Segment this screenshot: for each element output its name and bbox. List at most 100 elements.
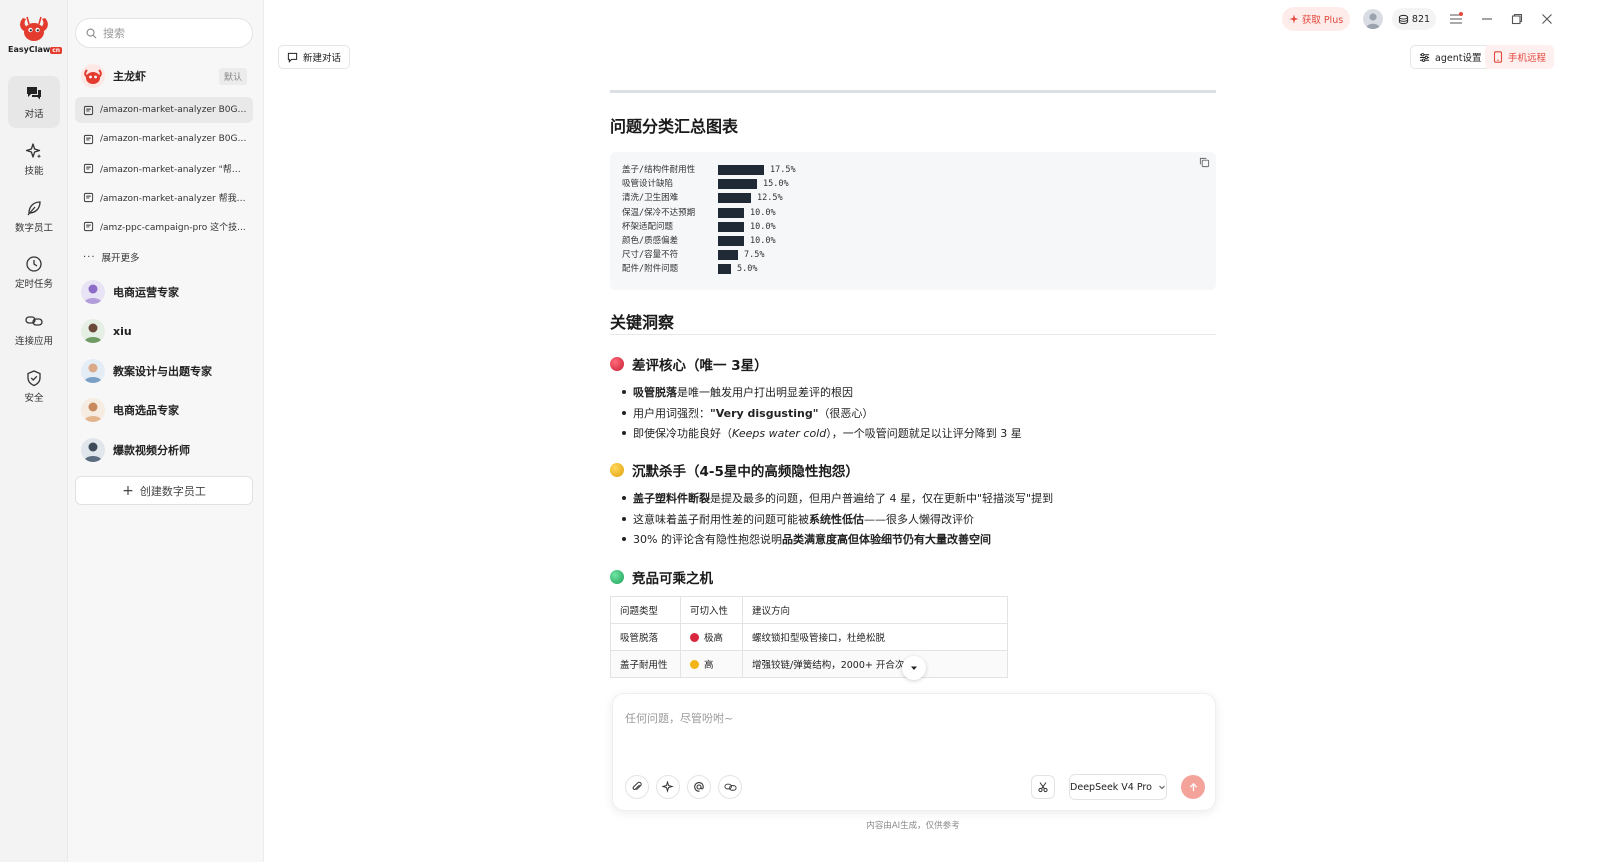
conversation-item[interactable]: /amazon-market-analyzer 帮我精... xyxy=(75,184,253,210)
text: 是唯一触发用户打出明显差评的根因 xyxy=(677,386,853,399)
rail-item-connect-apps[interactable]: 连接应用 xyxy=(8,303,60,355)
chart-row-percent: 15.0% xyxy=(763,179,789,190)
attach-button[interactable] xyxy=(625,775,649,799)
restore-icon xyxy=(1511,13,1523,25)
connect-app-button[interactable] xyxy=(718,775,742,799)
bullet-item: 这意味着盖子耐用性差的问题可能被 系统性低估 ——很多人懒得改评价 xyxy=(622,511,974,527)
agent-name: 爆款视频分析师 xyxy=(113,444,190,457)
rail-label: 对话 xyxy=(24,108,44,120)
section-heading: 差评核心（唯一 3星） xyxy=(610,354,768,374)
create-digital-staff-button[interactable]: + 创建数字员工 xyxy=(75,476,253,505)
sliders-icon xyxy=(1419,52,1430,62)
conversation-item[interactable]: /amz-ppc-campaign-pro 这个技... xyxy=(75,213,253,239)
chart-row: 颜色/质感偏差 10.0% xyxy=(622,234,1204,248)
scissors-button[interactable] xyxy=(1031,775,1055,799)
conversation-item[interactable]: /amazon-market-analyzer "帮我... xyxy=(75,155,253,181)
bullet-item: 吸管脱落 是唯一触发用户打出明显差评的根因 xyxy=(622,384,853,400)
search-icon xyxy=(86,28,97,38)
message-input[interactable] xyxy=(625,710,1195,750)
agent-item[interactable]: xiu xyxy=(75,314,253,348)
green-circle-icon xyxy=(610,570,624,584)
bold-text: 盖子塑料件断裂 xyxy=(633,492,710,505)
table-cell: 盖子耐用性 xyxy=(610,650,681,678)
chart-section-title: 问题分类汇总图表 xyxy=(610,117,739,136)
chart-bar xyxy=(718,236,744,247)
model-selector[interactable]: DeepSeek V4 Pro xyxy=(1069,774,1167,800)
agent-item[interactable]: 爆款视频分析师 xyxy=(75,433,253,467)
rail-label: 数字员工 xyxy=(14,222,53,234)
chart-row-label: 尺寸/容量不符 xyxy=(622,250,679,261)
minimize-button[interactable] xyxy=(1478,10,1496,28)
chart-bar xyxy=(718,221,744,232)
rail-item-skills[interactable]: 技能 xyxy=(8,133,60,185)
chart-row: 吸管设计缺陷 15.0% xyxy=(622,177,1204,191)
conversation-title: /amazon-market-analyzer "帮我... xyxy=(100,164,248,175)
get-plus-button[interactable]: 获取 Plus xyxy=(1282,7,1350,31)
copy-icon xyxy=(1199,157,1210,168)
skills-button[interactable] xyxy=(656,775,680,799)
send-button[interactable] xyxy=(1181,775,1205,799)
insights-title: 关键洞察 xyxy=(610,313,675,332)
agent-avatar xyxy=(81,398,105,422)
expand-more-button[interactable]: ··· 展开更多 xyxy=(75,248,140,266)
ellipsis-icon: ··· xyxy=(83,251,96,263)
app-logo[interactable]: EasyClaw cn xyxy=(8,14,63,60)
user-avatar[interactable] xyxy=(1363,9,1383,29)
level-text: 高 xyxy=(704,660,714,671)
conversation-item[interactable]: /amazon-market-analyzer B0GJS6... xyxy=(75,126,253,152)
search-box[interactable] xyxy=(75,18,253,48)
divider xyxy=(610,334,1216,335)
agent-item[interactable]: 教案设计与出题专家 xyxy=(75,354,253,388)
rail-item-chat[interactable]: 对话 xyxy=(8,76,60,128)
text: 即使保冷功能良好（ xyxy=(633,427,732,440)
table-cell: 高 xyxy=(680,650,743,678)
rail-item-digital-staff[interactable]: 数字员工 xyxy=(8,190,60,242)
mobile-remote-button[interactable]: 手机远程 xyxy=(1485,45,1555,69)
agent-item[interactable]: 电商选品专家 xyxy=(75,393,253,427)
maximize-button[interactable] xyxy=(1508,10,1526,28)
agent-item[interactable]: 电商运营专家 xyxy=(75,275,253,309)
chart-row-label: 配件/附件问题 xyxy=(622,264,679,275)
chart-bar xyxy=(718,207,744,218)
column-header: 建议方向 xyxy=(742,596,1008,624)
menu-button[interactable] xyxy=(1447,10,1465,28)
left-rail: EasyClaw cn 对话 技能 数字员工 定时任务 连接应用 安全 xyxy=(0,0,68,862)
bullet-item: 用户用词强烈： "Very disgusting" （很恶心） xyxy=(622,405,873,421)
scroll-to-bottom-button[interactable] xyxy=(902,656,926,680)
bold-text: "Very disgusting" xyxy=(710,406,819,420)
column-header: 问题类型 xyxy=(610,596,681,624)
chart-row: 盖子/结构件耐用性 17.5% xyxy=(622,163,1204,177)
chart-row: 清洗/卫生困难 12.5% xyxy=(622,191,1204,205)
main-agent-row[interactable]: 主龙虾 默认 xyxy=(75,59,253,93)
divider xyxy=(610,90,1216,93)
chart-row-percent: 7.5% xyxy=(744,250,765,261)
rail-item-scheduled-tasks[interactable]: 定时任务 xyxy=(8,246,60,298)
section-title: 竞品可乘之机 xyxy=(632,571,713,587)
new-chat-button[interactable]: 新建对话 xyxy=(278,45,351,69)
chart-row-percent: 12.5% xyxy=(757,193,783,204)
chat-icon xyxy=(27,86,41,99)
copy-button[interactable] xyxy=(1199,157,1210,168)
close-button[interactable] xyxy=(1538,10,1556,28)
document-icon xyxy=(83,105,94,115)
plus-icon: + xyxy=(122,482,134,499)
chart-row-percent: 17.5% xyxy=(770,165,796,175)
agent-settings-button[interactable]: agent设置 xyxy=(1410,45,1491,69)
red-circle-icon xyxy=(690,633,699,642)
agent-avatar xyxy=(81,438,105,462)
column-header: 可切入性 xyxy=(680,596,743,624)
credits-badge[interactable]: 821 xyxy=(1392,8,1436,30)
red-circle-icon xyxy=(610,357,624,371)
agent-avatar xyxy=(81,359,105,383)
expand-more-label: 展开更多 xyxy=(101,253,140,264)
search-input[interactable] xyxy=(103,26,243,40)
mention-button[interactable] xyxy=(687,775,711,799)
chart-row: 配件/附件问题 5.0% xyxy=(622,262,1204,276)
text: 是提及最多的问题，但用户普遍给了 4 星，仅在更新中"轻描淡写"提到 xyxy=(710,492,1054,505)
conversation-item[interactable]: /amazon-market-analyzer B0GJS6... xyxy=(75,97,253,123)
clock-icon xyxy=(26,255,42,272)
chevron-down-icon xyxy=(1159,785,1165,790)
sparkle-icon xyxy=(1289,14,1299,24)
rail-label: 连接应用 xyxy=(14,335,53,347)
rail-item-security[interactable]: 安全 xyxy=(8,360,60,412)
